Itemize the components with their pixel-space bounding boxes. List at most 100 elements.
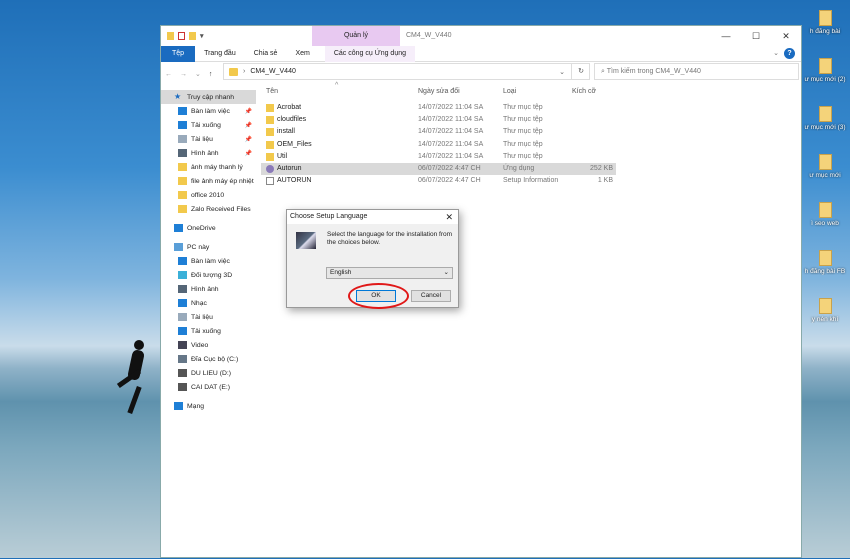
desktop-shortcut[interactable]: h đăng bài — [800, 10, 850, 35]
file-name: OEM_Files — [277, 140, 312, 148]
desktop-shortcut[interactable]: y nén khí — [800, 298, 850, 323]
pin-icon: 📌 — [244, 136, 252, 143]
sidebar-item[interactable]: file ảnh máy ép nhiệt — [161, 174, 256, 188]
desktop-shortcut-label: ư mục mới (2) — [804, 76, 846, 83]
file-row[interactable]: Util 14/07/2022 11:04 SA Thư mục tệp — [261, 151, 616, 163]
sidebar-item[interactable]: PC này — [161, 240, 256, 254]
expand-ribbon-icon[interactable]: ⌄ — [773, 49, 779, 57]
sidebar-item[interactable]: Bàn làm việc 📌 — [161, 104, 256, 118]
desktop-shortcut[interactable]: h đăng bài FB — [800, 250, 850, 275]
desktop-shortcut[interactable]: ư mục mới (3) — [800, 106, 850, 131]
sidebar-item[interactable]: ảnh máy thanh lý — [161, 160, 256, 174]
dialog-close-button[interactable]: ✕ — [445, 210, 453, 224]
inf-file-icon — [266, 177, 274, 186]
desktop-shortcut-label: ì seo web — [811, 220, 839, 227]
desktop-shortcut[interactable]: ư mục mới (2) — [800, 58, 850, 83]
desktop-shortcut[interactable]: ì seo web — [800, 202, 850, 227]
search-input[interactable]: ⌕ Tìm kiếm trong CM4_W_V440 — [594, 63, 799, 80]
refresh-button[interactable]: ↻ — [571, 63, 590, 80]
sidebar-item[interactable]: Bàn làm việc — [161, 254, 256, 268]
desktop-shortcut[interactable]: ư mục mới — [800, 154, 850, 179]
column-type[interactable]: Loại — [503, 88, 516, 95]
file-type: Ứng dụng — [503, 165, 535, 172]
folder-icon — [818, 106, 832, 122]
sidebar-item[interactable]: CAI DAT (E:) — [161, 380, 256, 394]
drive-icon — [178, 369, 187, 377]
sidebar-item[interactable]: Hình ảnh 📌 — [161, 146, 256, 160]
sidebar-item-label: Tải xuống — [191, 121, 221, 129]
up-icon[interactable]: ↑ — [209, 71, 213, 78]
sidebar-item[interactable]: Tài liệu — [161, 310, 256, 324]
sidebar-item-label: DU LIEU (D:) — [191, 369, 232, 377]
back-icon[interactable]: ← — [165, 71, 172, 78]
recent-dropdown-icon[interactable]: ⌄ — [195, 70, 201, 78]
tab-view[interactable]: Xem — [286, 46, 318, 62]
file-row[interactable]: Acrobat 14/07/2022 11:04 SA Thư mục tệp — [261, 102, 616, 114]
sidebar-item[interactable]: OneDrive — [161, 221, 256, 235]
search-placeholder: Tìm kiếm trong CM4_W_V440 — [606, 68, 701, 75]
sidebar-item[interactable]: Tài liệu 📌 — [161, 132, 256, 146]
language-select[interactable]: English ⌄ — [326, 267, 453, 279]
file-date: 14/07/2022 11:04 SA — [418, 116, 484, 124]
sidebar-item-label: Bàn làm việc — [191, 257, 230, 265]
file-row[interactable]: install 14/07/2022 11:04 SA Thư mục tệp — [261, 126, 616, 138]
maximize-button[interactable]: ☐ — [741, 26, 771, 46]
desktop-shortcut-label: h đăng bài FB — [804, 268, 846, 275]
file-row[interactable]: OEM_Files 14/07/2022 11:04 SA Thư mục tệp — [261, 139, 616, 151]
app-icon — [266, 165, 274, 173]
music-icon — [178, 299, 187, 307]
folder-icon — [266, 140, 274, 149]
file-row[interactable]: cloudfiles 14/07/2022 11:04 SA Thư mục tệp — [261, 114, 616, 126]
file-type: Thư mục tệp — [503, 152, 543, 160]
sidebar-item-label: Zalo Received Files — [191, 205, 251, 213]
sidebar-item-label: Video — [191, 341, 209, 349]
folder-icon — [818, 58, 832, 74]
cancel-button[interactable]: Cancel — [411, 290, 451, 302]
tab-share[interactable]: Chia sẻ — [245, 46, 287, 62]
minimize-button[interactable]: — — [711, 26, 741, 46]
sidebar-item[interactable]: Đĩa Cục bộ (C:) — [161, 352, 256, 366]
address-dropdown-icon[interactable]: ⌄ — [559, 68, 565, 76]
sidebar-item[interactable]: Hình ảnh — [161, 282, 256, 296]
folder-icon — [266, 104, 274, 112]
customize-dropdown-icon[interactable]: ▾ — [200, 32, 204, 40]
sidebar-item-label: office 2010 — [191, 191, 225, 199]
sidebar-item[interactable]: Tải xuống — [161, 324, 256, 338]
properties-icon[interactable] — [178, 32, 185, 40]
tab-home[interactable]: Trang đầu — [195, 46, 245, 62]
sidebar-item[interactable]: Zalo Received Files — [161, 202, 256, 216]
column-name[interactable]: Tên — [266, 88, 278, 95]
setup-icon — [296, 232, 316, 249]
file-size: 1 KB — [597, 177, 613, 185]
address-bar[interactable]: › CM4_W_V440 ⌄ — [223, 63, 590, 80]
chevron-down-icon: ⌄ — [443, 269, 449, 276]
file-date: 14/07/2022 11:04 SA — [418, 140, 484, 148]
help-icon[interactable]: ? — [784, 48, 795, 59]
column-date[interactable]: Ngày sửa đổi — [418, 88, 460, 95]
sidebar-item[interactable]: Đối tượng 3D — [161, 268, 256, 282]
forward-icon[interactable]: → — [180, 71, 187, 78]
new-folder-icon[interactable] — [189, 32, 196, 40]
folder-icon — [178, 205, 187, 213]
file-row[interactable]: AUTORUN 06/07/2022 4:47 CH Setup Informati… — [261, 175, 616, 187]
folder-icon — [818, 250, 832, 266]
close-button[interactable]: ✕ — [771, 26, 801, 46]
folder-icon — [818, 202, 832, 218]
column-size[interactable]: Kích cỡ — [572, 88, 596, 95]
tab-file[interactable]: Tệp — [161, 45, 196, 62]
file-row[interactable]: Autorun 06/07/2022 4:47 CH Ứng dụng 252 KB — [261, 163, 616, 175]
tab-application-tools[interactable]: Các công cụ Ứng dụng — [324, 45, 415, 62]
file-name: AUTORUN — [277, 177, 312, 185]
sidebar-item[interactable]: Tải xuống 📌 — [161, 118, 256, 132]
folder-icon[interactable] — [167, 32, 174, 40]
sidebar-item[interactable]: Video — [161, 338, 256, 352]
dialog-title: Choose Setup Language — [290, 213, 368, 220]
folder-icon — [178, 177, 187, 185]
desktop-shortcut-label: y nén khí — [811, 316, 839, 323]
sidebar-item[interactable]: Nhạc — [161, 296, 256, 310]
sidebar-item[interactable]: office 2010 — [161, 188, 256, 202]
sidebar-item[interactable]: DU LIEU (D:) — [161, 366, 256, 380]
sidebar-item[interactable]: Mạng — [161, 399, 256, 413]
sidebar-item[interactable]: ★ Truy cập nhanh — [161, 90, 256, 104]
sidebar-item-label: OneDrive — [187, 224, 216, 232]
